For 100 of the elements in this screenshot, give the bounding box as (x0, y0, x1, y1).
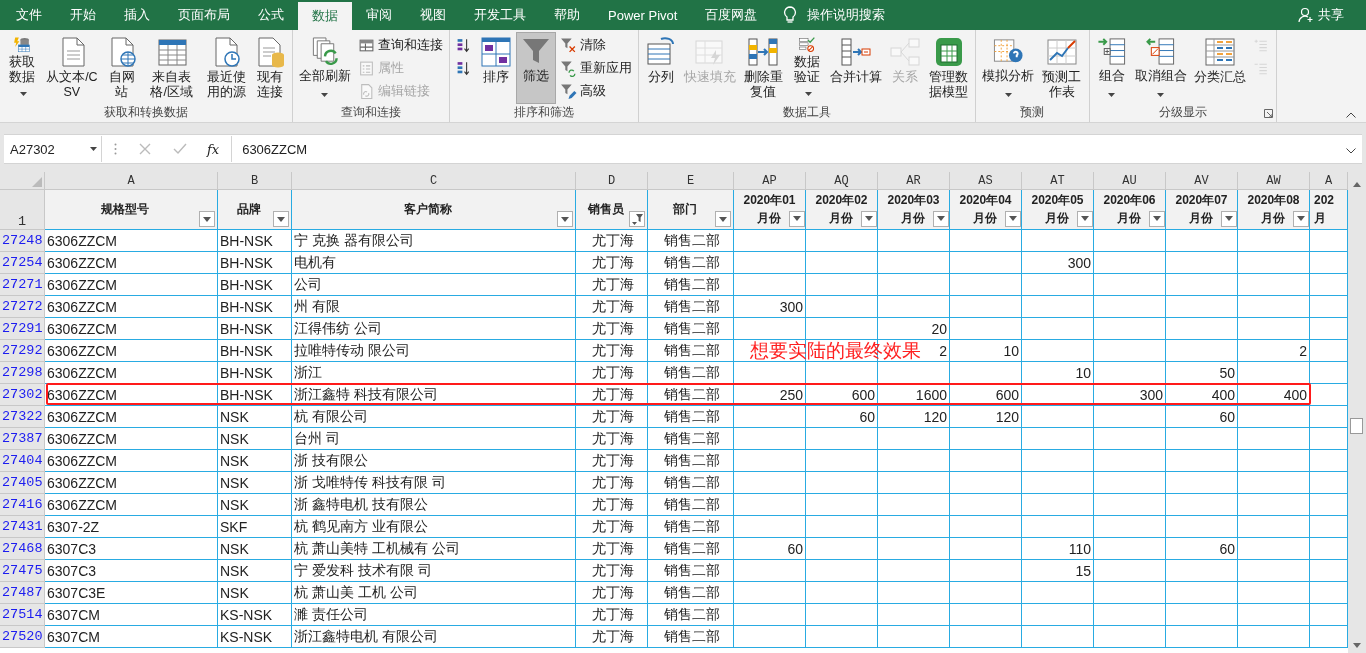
ribbon-button[interactable]: 从文本/CSV (42, 34, 102, 100)
ribbon-button[interactable]: 最近使用的源 (202, 34, 250, 100)
filter-dropdown-button[interactable] (199, 211, 215, 227)
row-number[interactable]: 27302 (0, 384, 45, 406)
row-number[interactable]: 27416 (0, 494, 45, 516)
filter-dropdown-button[interactable] (1292, 210, 1309, 227)
ribbon-button[interactable]: 模拟分析 (979, 34, 1038, 100)
filter-dropdown-button[interactable] (1148, 210, 1165, 227)
ribbon-button[interactable]: 组合 (1092, 34, 1131, 100)
row-number[interactable]: 27514 (0, 604, 45, 626)
row-number[interactable]: 27254 (0, 252, 45, 274)
row-number[interactable]: 27387 (0, 428, 45, 450)
ribbon-button[interactable]: 分类汇总 (1190, 34, 1249, 100)
ribbon-button[interactable]: 查询和连接 (354, 34, 446, 56)
row-number[interactable]: 27272 (0, 296, 45, 318)
share-button[interactable]: 共享 (1298, 0, 1366, 30)
column-letter[interactable]: D (576, 172, 648, 190)
column-letter[interactable]: C (292, 172, 576, 190)
column-letter[interactable]: AS (950, 172, 1022, 190)
ribbon-tab[interactable]: 开始 (56, 0, 110, 30)
vertical-scrollbar[interactable] (1348, 172, 1366, 653)
ribbon-button[interactable]: 获取数据 (3, 34, 41, 100)
ribbon-tab[interactable]: 视图 (406, 0, 460, 30)
expand-icon[interactable] (1346, 147, 1356, 154)
scroll-thumb[interactable] (1350, 418, 1363, 434)
filter-dropdown-button[interactable] (273, 211, 289, 227)
row-number[interactable]: 27298 (0, 362, 45, 384)
formula-field[interactable]: 6306ZZCM (232, 136, 1362, 162)
ribbon-button[interactable]: 合并计算 (827, 34, 885, 100)
column-letter[interactable]: A (45, 172, 218, 190)
filter-dropdown-button[interactable] (1076, 210, 1093, 227)
column-letter[interactable]: AU (1094, 172, 1166, 190)
ribbon-tab[interactable]: 页面布局 (164, 0, 244, 30)
ribbon-tab[interactable]: 公式 (244, 0, 298, 30)
ribbon-button[interactable]: 筛选 (515, 32, 556, 104)
filter-dropdown-button[interactable] (557, 211, 573, 227)
ribbon-button[interactable]: 排序 (476, 34, 515, 100)
column-letter[interactable]: AQ (806, 172, 878, 190)
ribbon-button[interactable]: 取消组合 (1131, 34, 1190, 100)
column-letter[interactable]: AR (878, 172, 950, 190)
row-number[interactable]: 1 (0, 190, 45, 230)
group-label: 获取和转换数据 (103, 105, 188, 120)
table-cell: 尤丁海 (576, 516, 648, 537)
row-number[interactable]: 27468 (0, 538, 45, 560)
table-cell: 6306ZZCM (45, 428, 218, 449)
row-number[interactable]: 27404 (0, 450, 45, 472)
ribbon-button[interactable]: 现有连接 (250, 34, 289, 100)
row-number[interactable]: 27475 (0, 560, 45, 582)
ribbon-button[interactable]: 预测工作表 (1038, 34, 1086, 100)
ribbon-button[interactable]: 清除 (556, 34, 635, 56)
filter-dropdown-button[interactable] (1004, 210, 1021, 227)
dialog-launcher-icon[interactable] (1263, 109, 1273, 118)
row-number[interactable]: 27322 (0, 406, 45, 428)
row-number[interactable]: 27520 (0, 626, 45, 648)
insert-function-button[interactable]: fx (201, 136, 233, 162)
ribbon-tab[interactable]: 数据 (298, 2, 352, 30)
filter-dropdown-button[interactable] (788, 210, 805, 227)
filter-dropdown-button[interactable] (932, 210, 949, 227)
column-letter[interactable]: A (1310, 172, 1348, 190)
column-letter[interactable]: AV (1166, 172, 1238, 190)
row-number[interactable]: 27271 (0, 274, 45, 296)
ribbon-tab[interactable]: 审阅 (352, 0, 406, 30)
row-number[interactable]: 27487 (0, 582, 45, 604)
row-number[interactable]: 27291 (0, 318, 45, 340)
column-letter[interactable]: AW (1238, 172, 1310, 190)
ribbon-button[interactable]: 重新应用 (556, 57, 635, 79)
dropdown-arrow-icon (936, 216, 945, 221)
ribbon-button[interactable]: 删除重复值 (739, 34, 787, 100)
ribbon-button[interactable]: 高级 (556, 80, 635, 102)
ribbon-button[interactable]: 管理数据模型 (925, 34, 973, 100)
ribbon-button[interactable]: 数据验证 (788, 34, 826, 100)
row-number[interactable]: 27405 (0, 472, 45, 494)
scroll-down-icon[interactable] (1353, 642, 1361, 648)
table-cell: 江得伟纺 公司 (292, 318, 576, 339)
ribbon-tab[interactable]: Power Pivot (594, 0, 692, 30)
column-letter[interactable]: AP (734, 172, 806, 190)
filter-dropdown-button[interactable] (629, 211, 645, 227)
row-number[interactable]: 27248 (0, 230, 45, 252)
ribbon-button[interactable]: 来自表格/区域 (141, 34, 202, 100)
row-number[interactable]: 27431 (0, 516, 45, 538)
ribbon-button[interactable]: 自网站 (102, 34, 141, 100)
tell-me-search[interactable]: 操作说明搜索 (783, 0, 886, 30)
column-letter[interactable]: B (218, 172, 292, 190)
ribbon-tab[interactable]: 插入 (110, 0, 164, 30)
name-box[interactable]: A27302 (4, 136, 102, 162)
row-number[interactable]: 27292 (0, 340, 45, 362)
ribbon-tab[interactable]: 文件 (2, 0, 56, 30)
scroll-up-icon[interactable] (1353, 181, 1361, 187)
ribbon-tab[interactable]: 百度网盘 (691, 0, 772, 30)
ribbon-button[interactable]: 分列 (641, 34, 680, 100)
ribbon-button[interactable]: 全部刷新 (295, 34, 354, 100)
filter-dropdown-button[interactable] (860, 210, 877, 227)
filter-dropdown-button[interactable] (1220, 210, 1237, 227)
column-letter[interactable]: AT (1022, 172, 1094, 190)
column-letter[interactable]: E (648, 172, 734, 190)
collapse-ribbon-icon[interactable] (1346, 112, 1356, 118)
ribbon-tab[interactable]: 帮助 (540, 0, 594, 30)
ribbon-tab[interactable]: 开发工具 (460, 0, 540, 30)
filter-dropdown-button[interactable] (715, 211, 731, 227)
table-cell: 300 (1094, 384, 1166, 405)
